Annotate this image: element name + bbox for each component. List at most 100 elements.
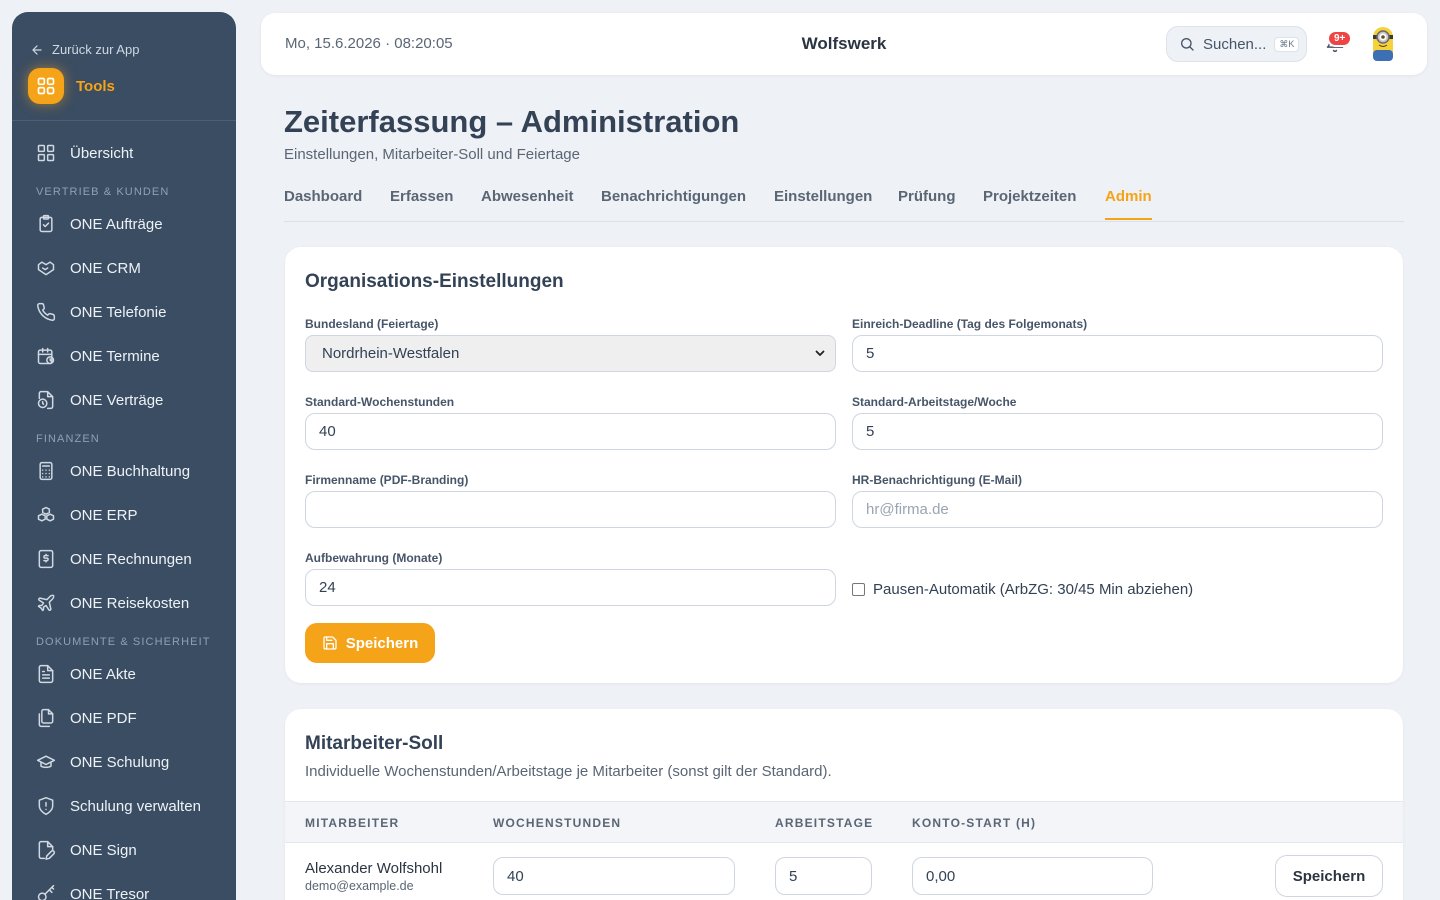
sidebar-item-label: ONE Buchhaltung	[70, 462, 191, 480]
graduation-cap-icon	[36, 755, 56, 769]
sidebar-item-files[interactable]: ONE Akte	[36, 662, 136, 686]
sidebar-item-accounting[interactable]: ONE Buchhaltung	[36, 459, 190, 483]
pause-automatic-label: Pausen-Automatik (ArbZG: 30/45 Min abzie…	[873, 581, 1194, 598]
sidebar-item-appointments[interactable]: ONE Termine	[36, 344, 160, 368]
search-input[interactable]: Suchen... ⌘K	[1166, 26, 1307, 62]
tab-absence[interactable]: Abwesenheit	[481, 188, 574, 218]
tab-notifications[interactable]: Benachrichtigungen	[601, 188, 746, 218]
sidebar-item-manage-training[interactable]: Schulung verwalten	[36, 794, 201, 818]
employee-workdays-input[interactable]	[775, 857, 872, 895]
column-header-employee: MITARBEITER	[305, 816, 400, 830]
top-header: Mo, 15.6.2026 · 08:20:05 Wolfswerk Suche…	[261, 13, 1427, 75]
state-select[interactable]: Nordrhein-Westfalen	[305, 335, 836, 372]
sidebar-item-overview[interactable]: Übersicht	[36, 141, 133, 165]
search-icon	[1181, 38, 1194, 51]
sidebar-item-training[interactable]: ONE Schulung	[36, 750, 169, 774]
sidebar-item-label: ONE CRM	[70, 259, 141, 277]
sidebar-item-label: ONE Rechnungen	[70, 550, 192, 568]
avatar[interactable]	[1367, 23, 1399, 65]
sidebar-item-label: ONE Akte	[70, 665, 136, 683]
minion-avatar-icon	[1373, 27, 1393, 61]
pause-automatic-checkbox[interactable]	[852, 583, 865, 596]
employee-email: demo@example.de	[305, 879, 414, 893]
tab-project-times[interactable]: Projektzeiten	[983, 188, 1076, 218]
sidebar-section-docs: DOKUMENTE & SICHERHEIT	[36, 636, 211, 648]
search-placeholder: Suchen...	[1203, 35, 1267, 53]
workdays-input[interactable]	[852, 413, 1383, 450]
save-settings-label: Speichern	[345, 634, 419, 652]
sidebar-item-invoices[interactable]: ONE Rechnungen	[36, 547, 192, 571]
sidebar-section-finance: FINANZEN	[36, 433, 100, 445]
sidebar-item-vault[interactable]: ONE Tresor	[36, 882, 149, 900]
card-title: Organisations-Einstellungen	[305, 271, 564, 292]
sidebar-item-label: ONE Telefonie	[70, 303, 167, 321]
weekly-hours-input[interactable]	[305, 413, 836, 450]
retention-label: Aufbewahrung (Monate)	[305, 551, 443, 565]
sidebar-item-label: ONE Reisekosten	[70, 594, 190, 612]
file-signature-icon	[38, 840, 56, 860]
back-to-app-link[interactable]: Zurück zur App	[30, 42, 139, 57]
tab-dashboard[interactable]: Dashboard	[284, 188, 362, 218]
tab-record[interactable]: Erfassen	[390, 188, 453, 218]
sidebar-item-pdf[interactable]: ONE PDF	[36, 706, 137, 730]
deadline-input[interactable]	[852, 335, 1383, 372]
sidebar-item-telephony[interactable]: ONE Telefonie	[36, 300, 166, 324]
state-select-value: Nordrhein-Westfalen	[322, 345, 460, 362]
tools-header[interactable]: Tools	[28, 68, 115, 104]
clipboard-check-icon	[39, 214, 53, 233]
deadline-label: Einreich-Deadline (Tag des Folgemonats)	[852, 317, 1088, 331]
tab-bar: Dashboard Erfassen Abwesenheit Benachric…	[284, 188, 1404, 222]
sidebar-item-sign[interactable]: ONE Sign	[36, 838, 137, 862]
employee-targets-card: Mitarbeiter-Soll Individuelle Wochenstun…	[285, 709, 1403, 900]
sidebar-section-sales: VERTRIEB & KUNDEN	[36, 186, 170, 198]
tab-admin[interactable]: Admin	[1105, 188, 1152, 220]
sidebar-item-label: ONE Verträge	[70, 391, 164, 409]
sidebar-item-erp[interactable]: ONE ERP	[36, 503, 138, 527]
sidebar-item-travel-expenses[interactable]: ONE Reisekosten	[36, 591, 189, 615]
hr-email-input[interactable]	[852, 491, 1383, 528]
files-icon	[38, 708, 54, 728]
calculator-icon	[39, 461, 53, 481]
sidebar-item-crm[interactable]: ONE CRM	[36, 256, 141, 280]
sidebar-item-label: Schulung verwalten	[70, 797, 201, 815]
sidebar-item-label: ONE Tresor	[70, 885, 150, 900]
back-to-app-label: Zurück zur App	[52, 42, 140, 57]
sidebar-divider	[12, 120, 236, 121]
plane-icon	[37, 594, 55, 612]
arrow-left-icon	[32, 44, 42, 55]
receipt-icon	[38, 549, 54, 569]
search-shortcut: ⌘K	[1274, 36, 1300, 52]
card-description: Individuelle Wochenstunden/Arbeitstage j…	[305, 763, 832, 780]
company-name-label: Firmenname (PDF-Branding)	[305, 473, 469, 487]
save-settings-button[interactable]: Speichern	[305, 623, 435, 663]
save-employee-button[interactable]: Speichern	[1275, 855, 1383, 897]
page-subtitle: Einstellungen, Mitarbeiter-Soll und Feie…	[284, 146, 580, 163]
sidebar-item-label: ONE ERP	[70, 506, 138, 524]
sidebar-item-label: Übersicht	[70, 144, 134, 162]
column-header-workdays: ARBEITSTAGE	[775, 816, 874, 830]
tab-settings[interactable]: Einstellungen	[774, 188, 872, 218]
hr-email-label: HR-Benachrichtigung (E-Mail)	[852, 473, 1022, 487]
grid-icon	[37, 144, 55, 162]
employee-weekly-hours-input[interactable]	[493, 857, 735, 895]
company-name-input[interactable]	[305, 491, 836, 528]
state-label: Bundesland (Feiertage)	[305, 317, 439, 331]
grid-icon	[37, 77, 55, 95]
sidebar-item-orders[interactable]: ONE Aufträge	[36, 212, 163, 236]
calendar-clock-icon	[37, 347, 55, 365]
sidebar-item-label: ONE Sign	[70, 841, 137, 859]
shield-icon	[38, 796, 54, 816]
save-icon	[323, 636, 337, 650]
column-header-weekly-hours: WOCHENSTUNDEN	[493, 816, 622, 830]
page-title: Zeiterfassung – Administration	[284, 104, 740, 139]
sidebar-item-label: ONE Schulung	[70, 753, 170, 771]
sidebar-item-contracts[interactable]: ONE Verträge	[36, 388, 163, 412]
employee-account-start-input[interactable]	[912, 857, 1153, 895]
sidebar-item-label: ONE Aufträge	[70, 215, 163, 233]
notification-count-badge: 9+	[1327, 30, 1353, 47]
card-title: Mitarbeiter-Soll	[305, 733, 444, 754]
tab-review[interactable]: Prüfung	[898, 188, 956, 218]
column-header-account-start: KONTO-START (H)	[912, 816, 1037, 830]
retention-input[interactable]	[305, 569, 836, 606]
weekly-hours-label: Standard-Wochenstunden	[305, 395, 455, 409]
